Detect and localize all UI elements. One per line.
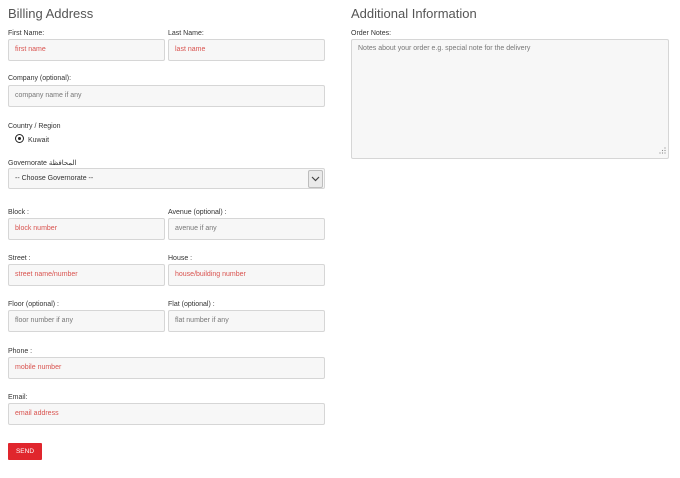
block-label: Block : xyxy=(8,209,30,216)
first-name-input[interactable]: first name xyxy=(8,39,165,61)
first-name-label: First Name: xyxy=(8,30,45,37)
send-button[interactable]: SEND xyxy=(8,443,42,460)
governorate-selected: -- Choose Governorate -- xyxy=(15,175,94,182)
phone-input[interactable]: mobile number xyxy=(8,357,325,379)
email-label: Email: xyxy=(8,394,28,401)
company-label: Company (optional): xyxy=(8,75,72,82)
governorate-select[interactable]: -- Choose Governorate -- xyxy=(8,168,325,189)
street-input[interactable]: street name/number xyxy=(8,264,165,286)
house-label: House : xyxy=(168,255,193,262)
avenue-input[interactable]: avenue if any xyxy=(168,218,325,240)
street-label: Street : xyxy=(8,255,31,262)
order-notes-textarea[interactable]: Notes about your order e.g. special note… xyxy=(351,39,669,159)
block-input[interactable]: block number xyxy=(8,218,165,240)
floor-label: Floor (optional) : xyxy=(8,301,59,308)
order-notes-label: Order Notes: xyxy=(351,30,392,37)
country-label: Country / Region xyxy=(8,123,61,130)
phone-label: Phone : xyxy=(8,348,33,355)
house-input[interactable]: house/building number xyxy=(168,264,325,286)
floor-input[interactable]: floor number if any xyxy=(8,310,165,332)
last-name-label: Last Name: xyxy=(168,30,204,37)
governorate-label: Governorate المحافظة xyxy=(8,160,77,167)
country-value: Kuwait xyxy=(28,137,50,144)
avenue-label: Avenue (optional) : xyxy=(168,209,227,216)
flat-label: Flat (optional) : xyxy=(168,301,215,308)
last-name-input[interactable]: last name xyxy=(168,39,325,61)
additional-title: Additional Information xyxy=(351,6,477,21)
chevron-down-icon[interactable] xyxy=(308,170,323,188)
email-input[interactable]: email address xyxy=(8,403,325,425)
company-input[interactable]: company name if any xyxy=(8,85,325,107)
resize-grip-icon[interactable] xyxy=(659,147,666,156)
flat-input[interactable]: flat number if any xyxy=(168,310,325,332)
billing-title: Billing Address xyxy=(8,6,94,21)
radio-selected-icon[interactable] xyxy=(15,134,24,143)
order-notes-placeholder: Notes about your order e.g. special note… xyxy=(358,45,531,52)
